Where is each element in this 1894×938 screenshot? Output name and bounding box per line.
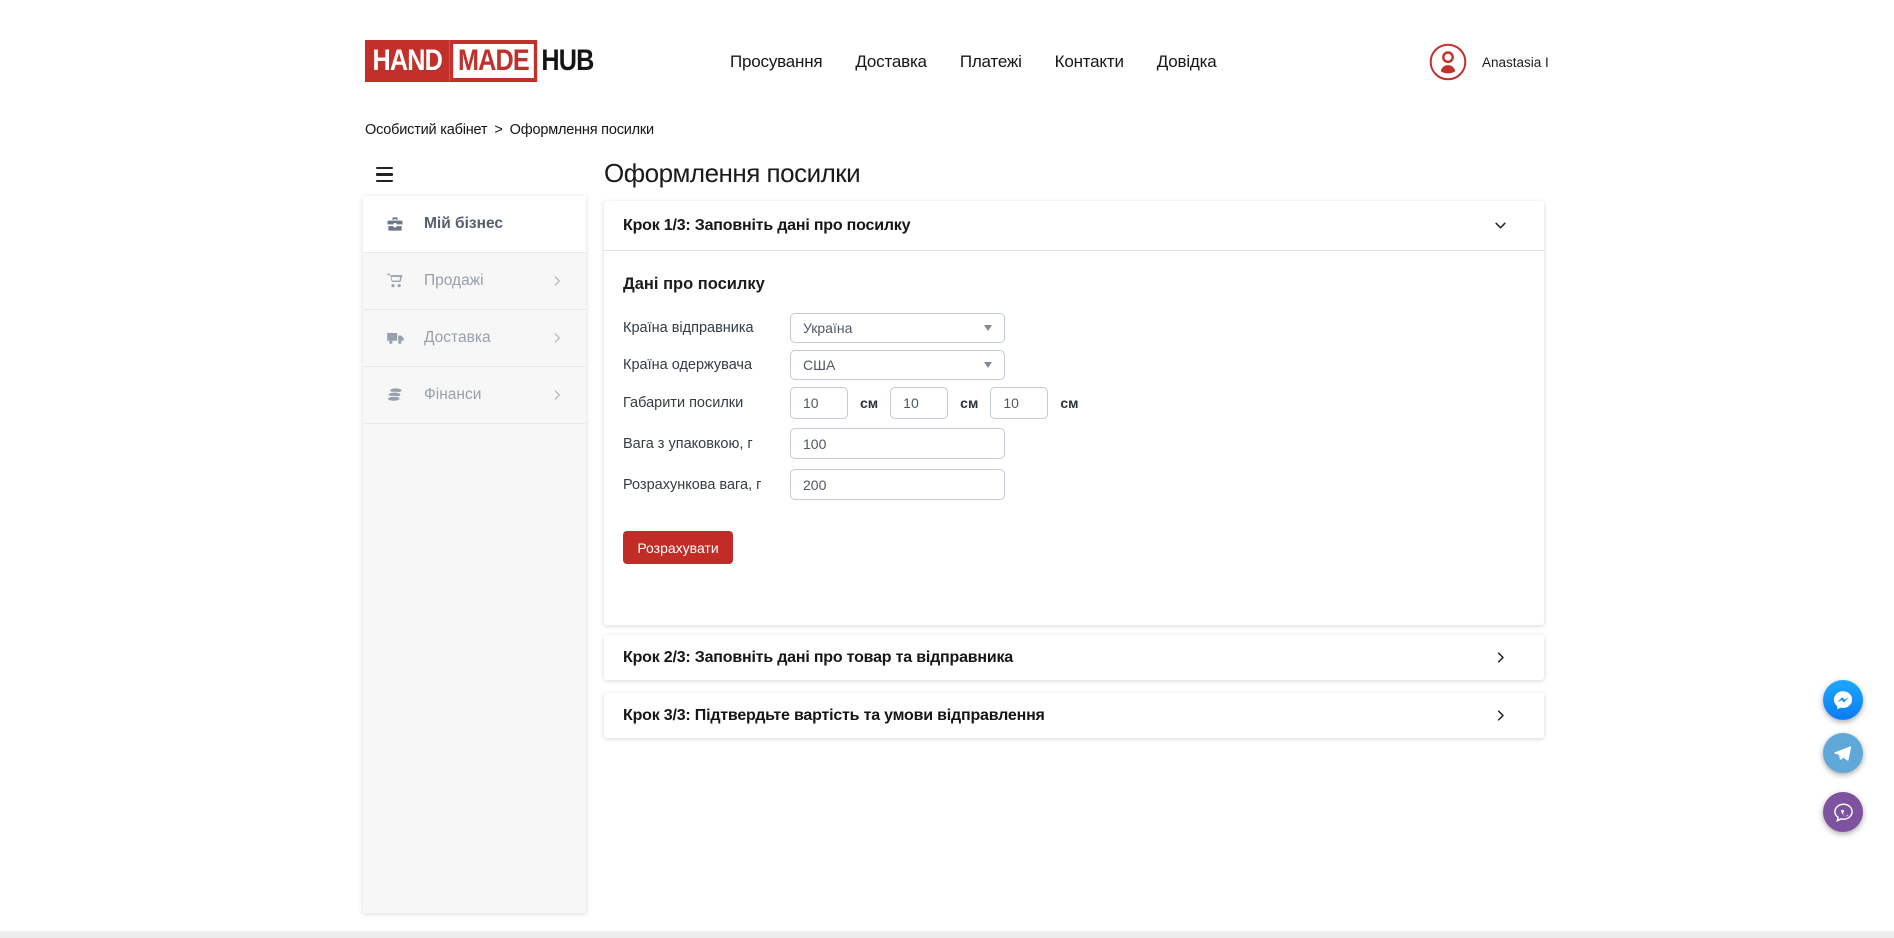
step-1-header[interactable]: Крок 1/3: Заповніть дані про посилку — [604, 201, 1544, 251]
viber-button[interactable] — [1823, 792, 1863, 832]
packed-weight-label: Вага з упаковкою, г — [623, 436, 790, 452]
nav-item-promotion[interactable]: Просування — [730, 52, 822, 72]
chevron-right-icon — [550, 331, 564, 345]
width-input[interactable] — [890, 387, 948, 419]
step-2-panel: Крок 2/3: Заповніть дані про товар та ві… — [604, 635, 1544, 680]
chevron-right-icon — [1493, 708, 1508, 723]
main-content: Оформлення посилки Крок 1/3: Заповніть д… — [604, 158, 1544, 738]
recipient-country-value: США — [803, 357, 835, 373]
sidebar-item-label: Доставка — [424, 329, 491, 347]
sender-country-value: Україна — [803, 320, 852, 336]
calculate-button[interactable]: Розрахувати — [623, 531, 733, 564]
breadcrumb-item-cabinet[interactable]: Особистий кабінет — [365, 122, 487, 138]
sender-country-row: Країна відправника Україна — [623, 313, 1524, 343]
calculated-weight-label: Розрахункова вага, г — [623, 477, 790, 493]
calculated-weight-row: Розрахункова вага, г — [623, 469, 1524, 500]
caret-down-icon — [984, 325, 992, 331]
top-nav: Просування Доставка Платежі Контакти Дов… — [730, 52, 1217, 72]
sender-country-label: Країна відправника — [623, 320, 790, 336]
nav-item-payments[interactable]: Платежі — [960, 52, 1022, 72]
step-1-body: Дані про посилку Країна відправника Укра… — [604, 251, 1544, 625]
sidebar-item-finance[interactable]: Фінанси — [363, 367, 586, 424]
dimensions-row: Габарити посилки см см см — [623, 387, 1524, 419]
recipient-country-row: Країна одержувача США — [623, 350, 1524, 380]
messenger-button[interactable] — [1823, 680, 1863, 720]
logo-hand: HAND — [365, 40, 450, 82]
chevron-right-icon — [1493, 650, 1508, 665]
recipient-country-select[interactable]: США — [790, 350, 1005, 380]
caret-down-icon — [984, 362, 992, 368]
messenger-icon — [1830, 687, 1856, 713]
social-buttons — [1823, 680, 1863, 832]
logo-hub: HUB — [537, 40, 593, 82]
step-1-panel: Крок 1/3: Заповніть дані про посилку Дан… — [604, 201, 1544, 625]
menu-toggle-icon[interactable] — [376, 167, 394, 182]
calculated-weight-input[interactable] — [790, 469, 1005, 500]
user-avatar-icon — [1428, 42, 1468, 82]
sidebar-item-sales[interactable]: Продажі — [363, 253, 586, 310]
recipient-country-label: Країна одержувача — [623, 357, 790, 373]
logo[interactable]: HAND MADE HUB — [365, 40, 593, 82]
coins-icon — [385, 385, 407, 405]
sender-country-select[interactable]: Україна — [790, 313, 1005, 343]
telegram-button[interactable] — [1823, 733, 1863, 773]
nav-item-contacts[interactable]: Контакти — [1055, 52, 1124, 72]
logo-made: MADE — [450, 40, 538, 82]
step-2-header[interactable]: Крок 2/3: Заповніть дані про товар та ві… — [604, 635, 1544, 680]
briefcase-icon — [385, 214, 407, 234]
sidebar-item-label: Мій бізнес — [424, 215, 503, 233]
breadcrumb: Особистий кабінет > Оформлення посилки — [365, 122, 654, 138]
nav-item-delivery[interactable]: Доставка — [855, 52, 926, 72]
packed-weight-input[interactable] — [790, 428, 1005, 459]
truck-icon — [385, 328, 407, 348]
step-1-label: Крок 1/3: Заповніть дані про посилку — [623, 217, 910, 235]
breadcrumb-separator: > — [494, 122, 502, 138]
packed-weight-row: Вага з упаковкою, г — [623, 428, 1524, 459]
cart-icon — [385, 271, 407, 291]
step-3-header[interactable]: Крок 3/3: Підтвердьте вартість та умови … — [604, 693, 1544, 738]
unit-cm: см — [860, 395, 878, 411]
chevron-down-icon — [1493, 218, 1508, 233]
chevron-right-icon — [550, 388, 564, 402]
viber-icon — [1830, 799, 1857, 826]
length-input[interactable] — [790, 387, 848, 419]
nav-item-help[interactable]: Довідка — [1157, 52, 1217, 72]
page: HAND MADE HUB Просування Доставка Платеж… — [0, 0, 1894, 938]
height-input[interactable] — [990, 387, 1048, 419]
user-name: Anastasia I — [1482, 55, 1549, 70]
telegram-icon — [1830, 740, 1856, 766]
sidebar-item-my-business[interactable]: Мій бізнес — [363, 196, 586, 253]
sidebar-item-delivery[interactable]: Доставка — [363, 310, 586, 367]
page-title: Оформлення посилки — [604, 158, 1544, 189]
sidebar-item-label: Продажі — [424, 272, 484, 290]
sidebar-item-label: Фінанси — [424, 386, 481, 404]
footer-strip — [0, 931, 1894, 938]
sidebar: Мій бізнес Продажі Доставка — [363, 196, 586, 913]
unit-cm: см — [960, 395, 978, 411]
step-3-label: Крок 3/3: Підтвердьте вартість та умови … — [623, 707, 1045, 725]
dimensions-label: Габарити посилки — [623, 395, 790, 411]
user-menu[interactable]: Anastasia I — [1428, 42, 1549, 82]
chevron-right-icon — [550, 274, 564, 288]
form-section-title: Дані про посилку — [623, 275, 1524, 294]
breadcrumb-item-current: Оформлення посилки — [510, 122, 654, 138]
step-2-label: Крок 2/3: Заповніть дані про товар та ві… — [623, 649, 1013, 667]
step-3-panel: Крок 3/3: Підтвердьте вартість та умови … — [604, 693, 1544, 738]
unit-cm: см — [1060, 395, 1078, 411]
